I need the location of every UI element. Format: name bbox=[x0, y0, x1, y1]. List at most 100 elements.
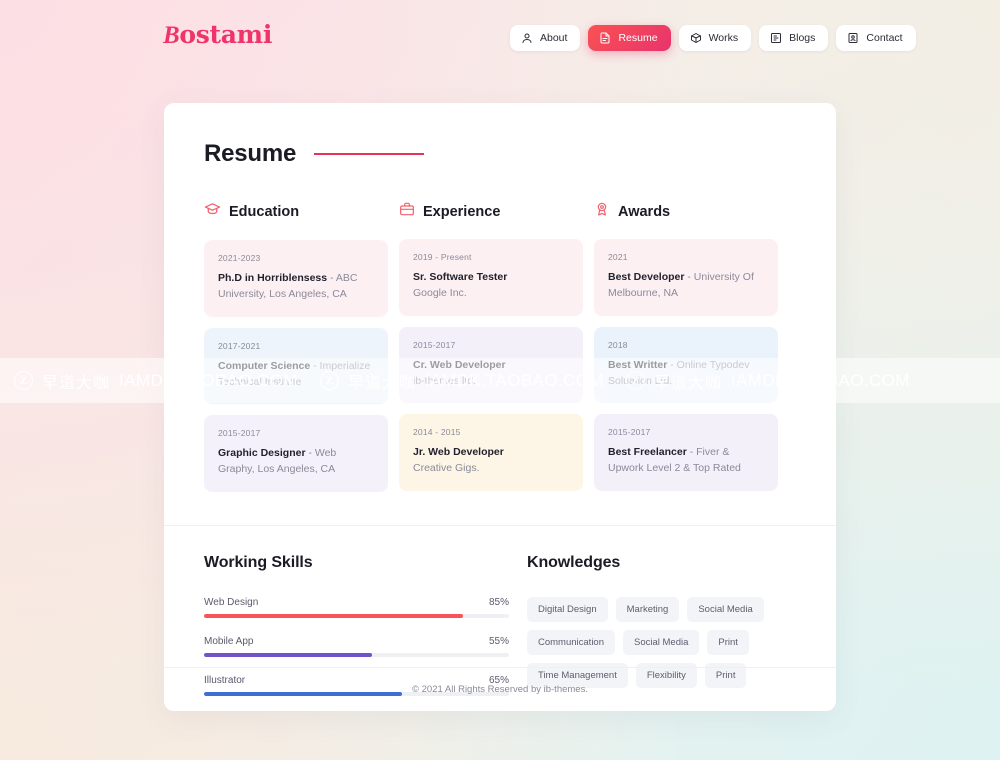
section-title-knowledges: Knowledges bbox=[527, 553, 621, 571]
column-header: Experience bbox=[399, 201, 583, 222]
cube-icon bbox=[690, 32, 702, 44]
entry-date: 2014 - 2015 bbox=[413, 427, 461, 438]
briefcase-icon bbox=[399, 201, 415, 222]
entry-date: 2021-2023 bbox=[218, 253, 261, 263]
graduation-cap-icon bbox=[204, 201, 221, 223]
page-title-row: Resume bbox=[204, 140, 796, 168]
resume-entry: 2015-2017 Best Freelancer - Fiver & Upwo… bbox=[594, 414, 778, 491]
entry-body: Ph.D in Horriblensess - ABC University, … bbox=[218, 270, 374, 303]
entry-title: Ph.D in Horriblensess bbox=[218, 272, 328, 284]
resume-entry: 2019 - Present Sr. Software Tester Googl… bbox=[399, 239, 583, 316]
entry-detail: ib-themes ltd. bbox=[413, 374, 477, 387]
nav-item-blogs[interactable]: Blogs bbox=[759, 25, 829, 51]
copyright-text: © 2021 All Rights Reserved by ib-themes. bbox=[412, 684, 588, 695]
entry-title: Cr. Web Developer bbox=[413, 358, 506, 371]
nav-label: Resume bbox=[618, 32, 658, 44]
entry-body: Best Developer - University Of Melbourne… bbox=[608, 269, 764, 302]
resume-entry: 2017-2021 Computer Science - Imperialize… bbox=[204, 327, 388, 405]
award-ribbon-icon bbox=[594, 201, 610, 222]
resume-entry: 2021 Best Developer - University Of Melb… bbox=[594, 239, 778, 316]
knowledge-tag[interactable]: Digital Design bbox=[527, 596, 608, 622]
page-title: Resume bbox=[204, 140, 297, 167]
entry-date: 2019 - Present bbox=[413, 252, 472, 262]
blog-icon bbox=[770, 32, 782, 44]
entry-dash: - bbox=[313, 359, 317, 372]
resume-entry: 2014 - 2015 Jr. Web Developer Creative G… bbox=[399, 414, 583, 491]
entry-dash: - bbox=[687, 271, 691, 283]
entry-title: Jr. Web Developer bbox=[413, 446, 504, 459]
entry-date: 2015-2017 bbox=[608, 427, 651, 438]
watermark-badge-icon: Z bbox=[14, 371, 33, 390]
skill-header: Web Design 85% bbox=[204, 597, 509, 608]
entry-body: Best Freelancer - Fiver & Upwork Level 2… bbox=[608, 444, 764, 477]
skill-label: Mobile App bbox=[204, 635, 254, 647]
entry-date: 2017-2021 bbox=[218, 340, 261, 351]
skill-percent: 85% bbox=[488, 596, 509, 608]
brand-name: ostami bbox=[179, 20, 273, 49]
knowledge-tag[interactable]: Marketing bbox=[615, 596, 680, 622]
entry-dash: - bbox=[689, 446, 694, 459]
entry-title: Best Developer bbox=[608, 271, 685, 283]
entry-title: Best Writter bbox=[608, 358, 668, 371]
entry-date: 2018 bbox=[608, 339, 628, 350]
resume-column-experience: Experience 2019 - Present Sr. Software T… bbox=[399, 201, 583, 503]
skill-progress-fill bbox=[204, 652, 372, 657]
entry-dash: - bbox=[308, 447, 312, 460]
entry-date: 2021 bbox=[608, 252, 628, 262]
watermark-cn-text: 早道大咖 bbox=[42, 372, 111, 392]
user-icon bbox=[521, 32, 533, 44]
entry-dash: - bbox=[330, 272, 334, 284]
brand-logo[interactable]: Bostami bbox=[163, 20, 272, 50]
nav-item-works[interactable]: Works bbox=[678, 25, 752, 51]
nav-label: Blogs bbox=[789, 32, 816, 44]
nav-label: Works bbox=[708, 32, 739, 44]
column-title: Experience bbox=[423, 203, 501, 220]
resume-column-awards: Awards 2021 Best Developer - University … bbox=[594, 201, 778, 503]
resume-columns: Education 2021-2023 Ph.D in Horriblenses… bbox=[204, 201, 796, 503]
nav-item-resume[interactable]: Resume bbox=[588, 25, 671, 51]
knowledge-tag[interactable]: Print bbox=[707, 629, 749, 655]
column-title: Education bbox=[229, 204, 300, 220]
entry-title: Best Freelancer bbox=[608, 446, 687, 459]
entry-title: Computer Science bbox=[218, 359, 311, 372]
skill-progress-track bbox=[204, 613, 509, 618]
entry-date: 2015-2017 bbox=[218, 428, 261, 439]
nav-item-contact[interactable]: Contact bbox=[836, 25, 916, 51]
entry-detail: Creative Gigs. bbox=[413, 462, 480, 475]
skill-row: Web Design 85% bbox=[204, 597, 509, 618]
entry-body: Graphic Designer - Web Graphy, Los Angel… bbox=[218, 445, 374, 478]
knowledge-tag[interactable]: Communication bbox=[527, 629, 615, 655]
entry-dash: - bbox=[670, 358, 674, 371]
skill-progress-fill bbox=[204, 613, 464, 618]
entry-title: Sr. Software Tester bbox=[413, 271, 508, 283]
skill-label: Web Design bbox=[204, 596, 259, 608]
knowledge-tag[interactable]: Social Media bbox=[623, 629, 700, 655]
site-header: Bostami About Resume Works Blogs Contact bbox=[0, 0, 1000, 72]
brand-initial: B bbox=[163, 22, 180, 49]
document-icon bbox=[599, 32, 611, 44]
nav-label: About bbox=[540, 32, 568, 44]
entry-body: Cr. Web Developer ib-themes ltd. bbox=[413, 357, 569, 390]
resume-entry: 2015-2017 Cr. Web Developer ib-themes lt… bbox=[399, 326, 583, 404]
nav-label: Contact bbox=[866, 32, 903, 44]
entry-date: 2015-2017 bbox=[413, 339, 456, 350]
skill-percent: 55% bbox=[488, 635, 509, 647]
resume-top-section: Resume Education 2021-2023 Ph.D in Horri… bbox=[164, 103, 836, 503]
resume-entry: 2021-2023 Ph.D in Horriblensess - ABC Un… bbox=[204, 240, 388, 317]
resume-column-education: Education 2021-2023 Ph.D in Horriblenses… bbox=[204, 201, 388, 503]
column-header: Awards bbox=[594, 201, 778, 222]
entry-detail: Google Inc. bbox=[413, 287, 467, 300]
entry-body: Sr. Software Tester Google Inc. bbox=[413, 269, 569, 302]
card-footer: © 2021 All Rights Reserved by ib-themes. bbox=[164, 667, 836, 711]
entry-body: Computer Science - Imperialize Technical… bbox=[218, 358, 374, 391]
column-title: Awards bbox=[618, 203, 671, 220]
main-nav: About Resume Works Blogs Contact bbox=[510, 25, 916, 51]
skill-row: Mobile App 55% bbox=[204, 636, 509, 657]
entry-body: Jr. Web Developer Creative Gigs. bbox=[413, 444, 569, 477]
knowledge-tag[interactable]: Social Media bbox=[687, 596, 764, 622]
resume-card: Resume Education 2021-2023 Ph.D in Horri… bbox=[164, 103, 836, 711]
skill-header: Mobile App 55% bbox=[204, 636, 509, 647]
nav-item-about[interactable]: About bbox=[510, 25, 581, 51]
title-divider bbox=[314, 153, 425, 155]
section-title-skills: Working Skills bbox=[204, 553, 313, 571]
